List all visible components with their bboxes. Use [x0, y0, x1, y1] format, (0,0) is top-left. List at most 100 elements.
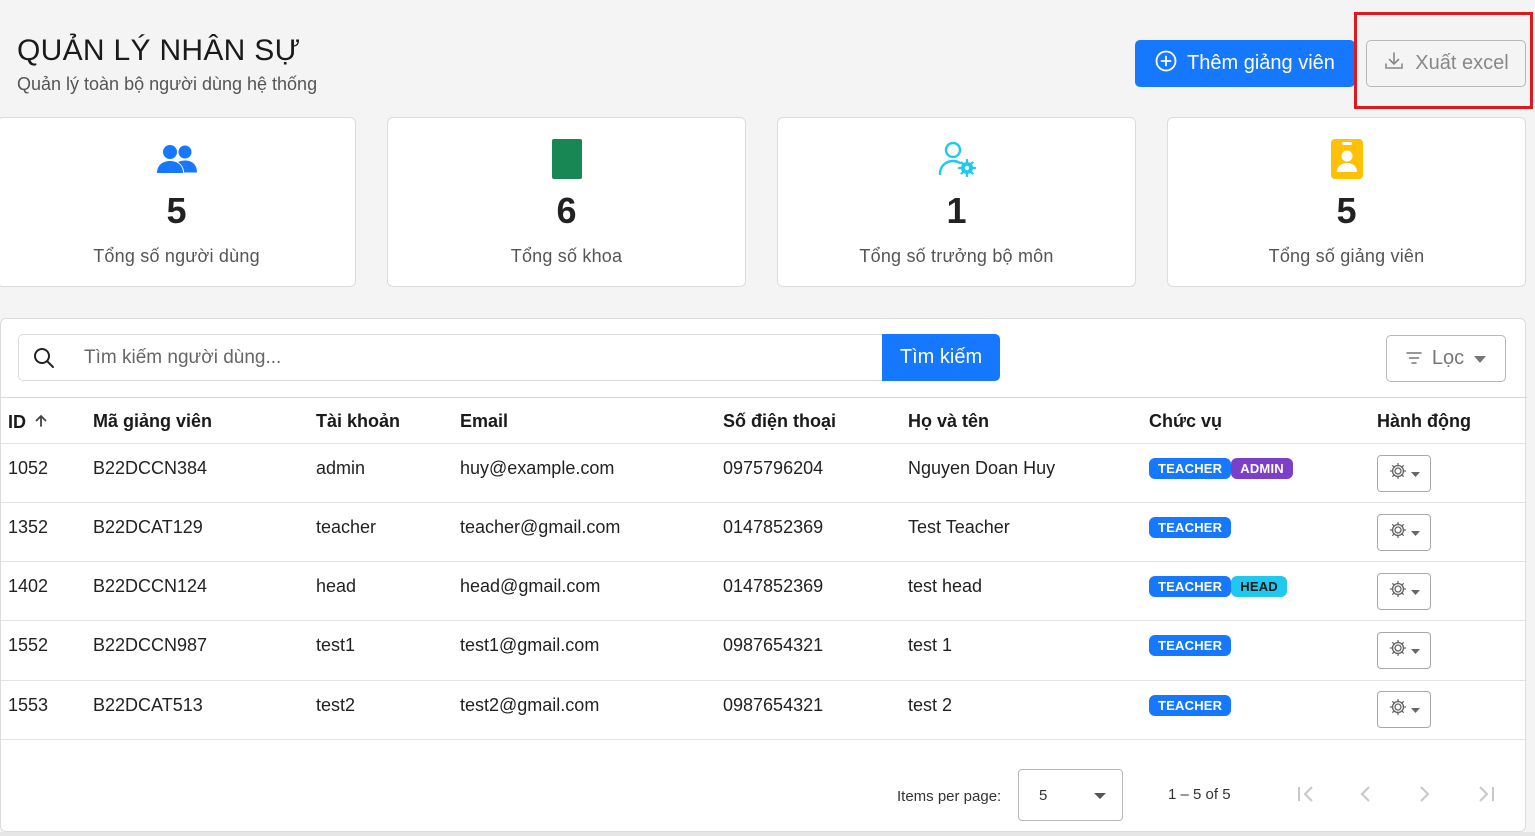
gear-icon — [1389, 698, 1407, 721]
sort-up-icon — [35, 411, 47, 432]
users-icon — [156, 140, 198, 178]
cell-phone: 0147852369 — [723, 576, 824, 596]
first-page-icon[interactable] — [1296, 785, 1316, 809]
cell-email: test1@gmail.com — [460, 635, 600, 655]
role-badge-teacher: TEACHER — [1149, 576, 1232, 597]
stat-label: Tổng số trưởng bộ môn — [859, 246, 1054, 266]
row-actions-button[interactable] — [1377, 455, 1431, 492]
stat-label: Tổng số người dùng — [93, 246, 260, 266]
column-header-role: Chức vụ — [1149, 411, 1223, 431]
row-actions-button[interactable] — [1377, 514, 1431, 551]
cell-name: test head — [908, 576, 983, 596]
cell-id: 1553 — [8, 695, 49, 715]
cell-roles: TEACHER HEAD — [1149, 576, 1287, 597]
caret-down-icon — [1474, 347, 1487, 370]
stat-card-departments: 6 Tổng số khoa — [387, 117, 746, 287]
role-badge-teacher: TEACHER — [1149, 635, 1232, 656]
gear-icon — [1389, 580, 1407, 603]
gear-icon — [1389, 462, 1407, 485]
row-divider — [1, 502, 1527, 503]
stat-card-heads: 1 Tổng số trưởng bộ môn — [777, 117, 1136, 287]
highlight-box — [1354, 12, 1533, 109]
stat-value: 1 — [946, 190, 967, 231]
stat-card-users: 5 Tổng số người dùng — [0, 117, 356, 287]
caret-down-icon — [1410, 524, 1420, 542]
column-header-account: Tài khoản — [316, 411, 401, 431]
table-divider — [1, 397, 1527, 398]
cell-account: teacher — [316, 517, 377, 537]
row-divider — [1, 561, 1527, 562]
caret-down-icon — [1410, 583, 1420, 601]
cell-phone: 0987654321 — [723, 635, 824, 655]
bottom-scrollbar — [0, 832, 1535, 836]
search-button[interactable]: Tìm kiếm — [882, 334, 1000, 381]
cell-email: teacher@gmail.com — [460, 517, 621, 537]
cell-account: admin — [316, 458, 366, 478]
stat-label: Tổng số giảng viên — [1268, 246, 1425, 266]
row-actions-button[interactable] — [1377, 573, 1431, 610]
cell-code: B22DCCN384 — [93, 458, 208, 478]
row-actions-button[interactable] — [1377, 632, 1431, 669]
cell-account: head — [316, 576, 357, 596]
column-header-name: Họ và tên — [908, 411, 990, 431]
cell-account: test2 — [316, 695, 356, 715]
search-input[interactable] — [84, 346, 883, 369]
column-header-actions: Hành động — [1377, 411, 1471, 431]
role-badge-teacher: TEACHER — [1149, 695, 1232, 716]
role-badge-admin: ADMIN — [1231, 458, 1293, 479]
cell-account: test1 — [316, 635, 356, 655]
cell-code: B22DCAT513 — [93, 695, 203, 715]
stat-card-lecturers: 5 Tổng số giảng viên — [1167, 117, 1526, 287]
cell-id: 1052 — [8, 458, 49, 478]
search-icon — [19, 347, 69, 369]
cell-email: huy@example.com — [460, 458, 615, 478]
cell-roles: TEACHER — [1149, 635, 1232, 656]
cell-roles: TEACHER — [1149, 695, 1232, 716]
caret-down-icon — [1410, 642, 1420, 660]
add-lecturer-label: Thêm giảng viên — [1187, 52, 1335, 74]
previous-page-icon[interactable] — [1358, 785, 1372, 809]
column-header-phone: Số điện thoại — [723, 411, 837, 431]
stat-value: 6 — [556, 190, 577, 231]
cell-email: head@gmail.com — [460, 576, 601, 596]
cell-phone: 0147852369 — [723, 517, 824, 537]
caret-down-icon — [1094, 787, 1106, 804]
role-badge-head: HEAD — [1231, 576, 1287, 597]
filter-label: Lọc — [1431, 347, 1465, 369]
badge-icon — [1330, 139, 1363, 179]
cell-code: B22DCAT129 — [93, 517, 203, 537]
column-header-id[interactable]: ID — [8, 411, 47, 433]
next-page-icon[interactable] — [1418, 785, 1432, 809]
search-box — [18, 334, 883, 381]
row-actions-button[interactable] — [1377, 691, 1431, 728]
row-divider — [1, 620, 1527, 621]
book-icon — [551, 139, 582, 179]
row-divider — [1, 680, 1527, 681]
cell-id: 1402 — [8, 576, 49, 596]
cell-name: Test Teacher — [908, 517, 1010, 537]
cell-phone: 0975796204 — [723, 458, 824, 478]
users-panel: Tìm kiếm Lọc ID Mã giảng viên Tài khoản … — [0, 318, 1527, 832]
last-page-icon[interactable] — [1476, 785, 1496, 809]
role-badge-teacher: TEACHER — [1149, 458, 1232, 479]
cell-email: test2@gmail.com — [460, 695, 600, 715]
cell-id: 1552 — [8, 635, 49, 655]
cell-code: B22DCCN124 — [93, 576, 208, 596]
items-per-page-value: 5 — [1039, 786, 1048, 804]
page-subtitle: Quản lý toàn bộ người dùng hệ thống — [17, 74, 318, 94]
cell-name: test 1 — [908, 635, 953, 655]
cell-name: test 2 — [908, 695, 953, 715]
user-gear-icon — [938, 140, 976, 178]
row-divider — [1, 739, 1527, 740]
filter-button[interactable]: Lọc — [1386, 335, 1506, 382]
stat-label: Tổng số khoa — [510, 246, 623, 266]
stat-value: 5 — [166, 190, 187, 231]
items-per-page-label: Items per page: — [897, 788, 1002, 805]
add-lecturer-button[interactable]: Thêm giảng viên — [1135, 40, 1355, 87]
items-per-page-select[interactable]: 5 — [1018, 769, 1123, 821]
stat-value: 5 — [1336, 190, 1357, 231]
caret-down-icon — [1410, 465, 1420, 483]
pagination-range: 1 – 5 of 5 — [1168, 786, 1231, 803]
cell-roles: TEACHER — [1149, 517, 1232, 538]
role-badge-teacher: TEACHER — [1149, 517, 1232, 538]
